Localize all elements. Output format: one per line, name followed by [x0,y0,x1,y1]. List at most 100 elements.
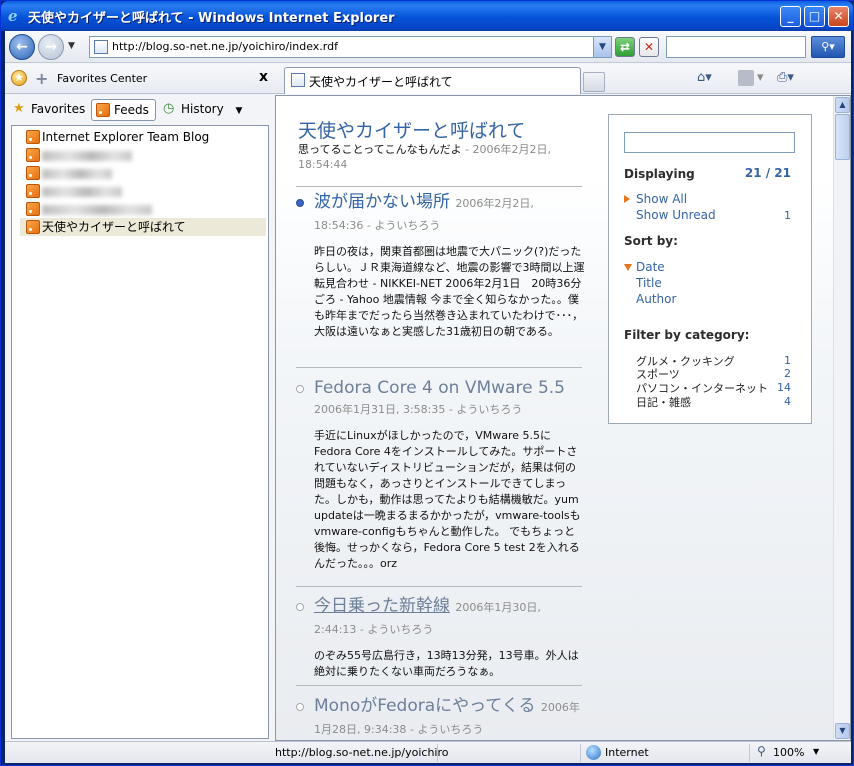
category-count: 14 [777,381,791,394]
window-title: 天使やカイザーと呼ばれて - Windows Internet Explorer [28,11,395,26]
rss-icon [26,184,40,198]
divider [296,367,582,368]
internet-zone-icon [586,745,601,760]
stop-button[interactable]: ✕ [639,37,659,57]
page-icon [291,73,305,87]
feed-subtitle-text: 思ってることってこんなもんだよ [298,143,462,156]
feed-item[interactable] [20,182,266,200]
history-icon: ◷ [163,101,175,116]
blurred-feed-label [42,186,122,197]
feeds-icon[interactable] [738,70,754,86]
history-dropdown-icon[interactable]: ▼ [236,106,243,116]
show-all-link[interactable]: Show All [636,192,687,206]
entry-title-block: 波が届かない場所 2006年2月2日, 18:54:36 - よういちろう [314,192,586,236]
page-icon [94,40,108,54]
stop-icon: ✕ [643,40,655,54]
forward-arrow-icon: → [45,39,57,55]
favorites-pane: ★ Favorites Feeds ◷ History ▼ Internet E… [5,95,271,741]
feed-item-selected[interactable]: 天使やカイザーと呼ばれて [20,218,266,236]
scroll-down-icon[interactable]: ▼ [835,723,850,739]
selected-arrow-icon [624,195,630,203]
address-bar[interactable]: http://blog.so-net.ne.jp/yoichiro/index.… [89,36,612,58]
category-count: 2 [784,367,791,380]
favorites-star-icon[interactable]: ★ [11,70,27,86]
add-favorites-icon[interactable]: + [35,69,48,88]
status-url: http://blog.so-net.ne.jp/yoichiro [275,746,449,759]
tab-label: 天使やカイザーと呼ばれて [309,75,453,89]
close-button[interactable]: ✕ [828,6,849,27]
unread-count: 1 [784,209,791,222]
feed-item[interactable] [20,146,266,164]
vertical-scrollbar[interactable]: ▲ ▼ [833,96,850,740]
entry-title[interactable]: 今日乗った新幹線 [314,596,450,616]
feed-item-label: Internet Explorer Team Blog [42,130,210,144]
browser-client: ← → ▼ http://blog.so-net.ne.jp/yoichiro/… [5,31,851,763]
favorites-center-label: Favorites Center [57,72,148,85]
security-zone[interactable]: Internet [605,746,649,759]
address-toolbar: ← → ▼ http://blog.so-net.ne.jp/yoichiro/… [5,31,851,63]
title-bar: e 天使やカイザーと呼ばれて - Windows Internet Explor… [1,1,853,31]
entry-title[interactable]: MonoがFedoraにやってくる [314,696,535,716]
entry-title[interactable]: 波が届かない場所 [314,192,450,212]
back-button[interactable]: ← [9,34,35,60]
address-url[interactable]: http://blog.so-net.ne.jp/yoichiro/index.… [112,40,338,53]
status-bar: http://blog.so-net.ne.jp/yoichiro Intern… [5,741,851,763]
sort-by-label: Sort by: [624,234,678,248]
rss-icon [26,220,40,234]
refresh-button[interactable]: ⇄ [615,37,635,57]
sort-title-link[interactable]: Title [636,276,662,290]
category-count: 1 [784,354,791,367]
sort-date-link[interactable]: Date [636,260,665,274]
displaying-label: Displaying [624,167,695,181]
forward-button[interactable]: → [38,34,64,60]
tab-feeds-label: Feeds [114,103,149,117]
entry-body: のぞみ55号広島行き，13時13分発，13号車。外人は絶対に乗りたくない車両だろ… [314,649,579,678]
new-tab-button[interactable] [583,72,605,92]
feed-item[interactable] [20,164,266,182]
tab-history[interactable]: ◷ History ▼ [159,99,248,121]
tab-feeds[interactable]: Feeds [91,99,156,121]
rss-icon [26,148,40,162]
feed-title[interactable]: 天使やカイザーと呼ばれて [298,116,525,143]
filter-panel: Displaying 21 / 21 Show All Show Unread … [608,114,812,424]
blurred-feed-label [42,150,132,161]
home-icon[interactable]: ⌂▾ [697,70,712,85]
divider [296,186,582,187]
back-arrow-icon: ← [16,39,28,55]
entry-title[interactable]: Fedora Core 4 on VMware 5.5 [314,378,565,398]
minimize-button[interactable]: _ [780,6,801,27]
scroll-up-icon[interactable]: ▲ [835,97,850,113]
search-button[interactable]: ⚲▾ [811,36,845,58]
category-link[interactable]: 日記・雑感 [636,394,691,410]
address-dropdown-button[interactable]: ▼ [593,37,611,57]
feed-entry: MonoがFedoraにやってくる 2006年1月28日, 9:34:38 - … [296,696,586,740]
feed-search-input[interactable] [624,132,795,153]
feeds-dropdown-icon[interactable]: ▾ [757,70,764,85]
zoom-dropdown-icon[interactable]: ▼ [813,747,819,756]
divider [296,685,582,686]
search-input[interactable] [666,36,806,58]
entry-title-block: 今日乗った新幹線 2006年1月30日, 2:44:13 - よういちろう [314,596,586,640]
show-unread-link[interactable]: Show Unread [636,208,716,222]
feed-subtitle: 思ってることってこんなもんだよ - 2006年2月2日, 18:54:44 [298,142,588,172]
zoom-icon: ⚲ [757,744,766,758]
feed-item[interactable]: Internet Explorer Team Blog [20,128,266,146]
recent-pages-dropdown[interactable]: ▼ [68,41,75,51]
print-icon[interactable]: ⎙▾ [777,70,794,85]
feed-entry: Fedora Core 4 on VMware 5.5 2006年1月31日, … [296,378,586,572]
maximize-button[interactable]: □ [804,6,825,27]
close-favorites-center-button[interactable]: x [259,69,268,85]
feed-item[interactable] [20,200,266,218]
feeds-list: Internet Explorer Team Blog 天使やカイザーと呼ばれて [11,125,269,739]
scroll-thumb[interactable] [835,114,850,160]
feed-view: 天使やカイザーと呼ばれて 思ってることってこんなもんだよ - 2006年2月2日… [275,95,851,741]
divider [296,586,582,587]
tab-favorites[interactable]: ★ Favorites [9,99,91,121]
unread-bullet-icon [296,199,304,207]
rss-icon [96,103,110,117]
read-bullet-icon [296,603,304,611]
sort-author-link[interactable]: Author [636,292,676,306]
tab-active[interactable]: 天使やカイザーと呼ばれて [284,67,581,94]
read-bullet-icon [296,703,304,711]
zoom-level[interactable]: 100% [773,746,804,759]
